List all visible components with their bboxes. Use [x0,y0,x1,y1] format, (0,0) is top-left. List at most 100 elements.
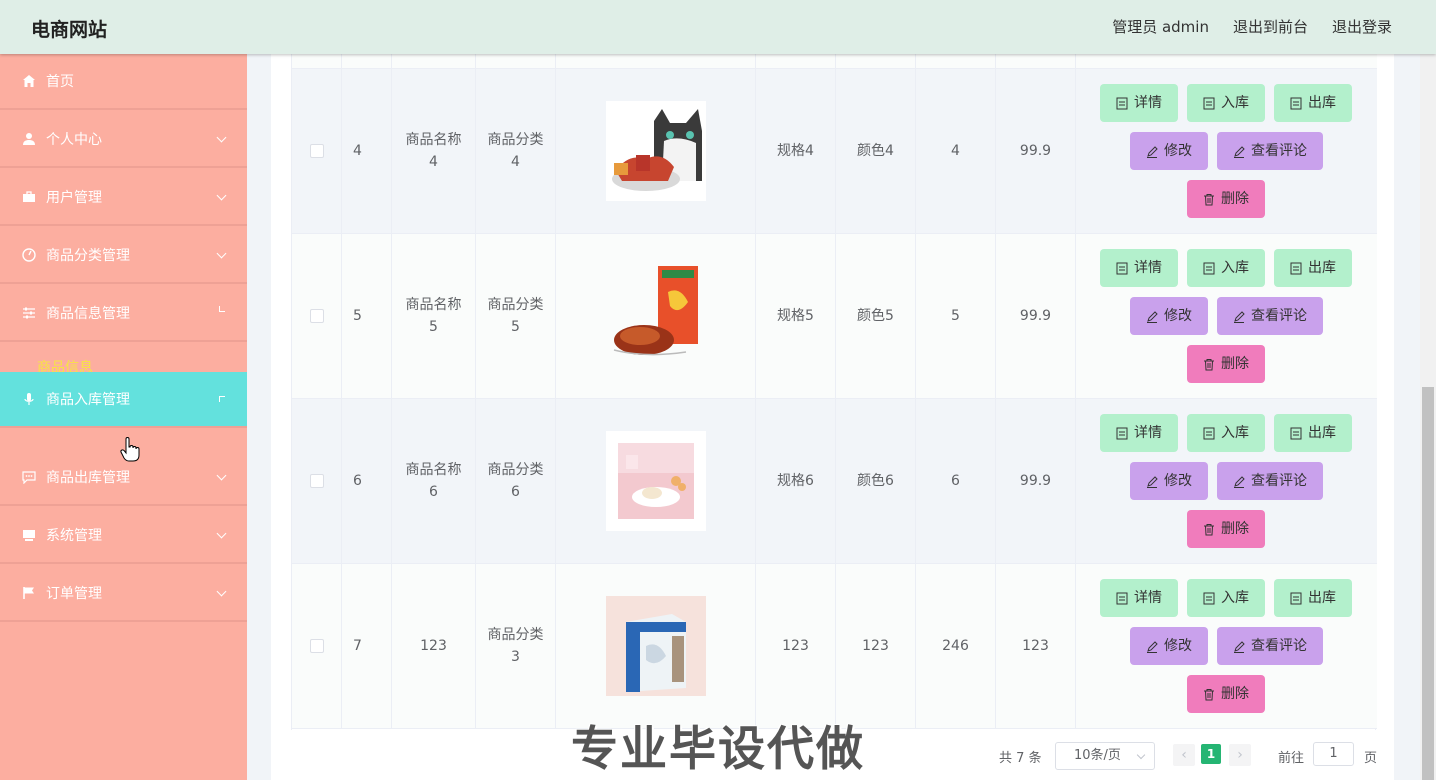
stock-in-button[interactable]: 入库 [1187,84,1265,122]
table-row: 7 123 商品分类3 123 123 246 123 详情 入库 出库 修改 … [292,564,1377,729]
document-icon [1290,97,1302,110]
goods-price: 99.9 [996,234,1076,398]
view-comments-button[interactable]: 查看评论 [1217,132,1323,170]
stock-out-button[interactable]: 出库 [1274,414,1352,452]
sidebar: 首页 个人中心 用户管理 商品分类管理 商品信息管理 商品信息 商品入库管理 商… [0,54,247,780]
pink-dessert-image [605,431,706,531]
trash-icon [1203,358,1215,371]
stock-out-button[interactable]: 出库 [1274,249,1352,287]
chevron-down-icon [216,132,227,143]
logout-link[interactable]: 退出登录 [1332,16,1392,37]
document-icon [1290,427,1302,440]
edit-button[interactable]: 修改 [1130,297,1208,335]
row-checkbox[interactable] [309,309,324,323]
detail-button[interactable]: 详情 [1100,249,1178,287]
document-icon [1116,262,1128,275]
top-bar: 电商网站 管理员 admin 退出到前台 退出登录 [0,0,1436,54]
sidebar-item-category[interactable]: 商品分类管理 [0,228,247,284]
goods-color: 颜色6 [836,399,916,563]
delete-button[interactable]: 删除 [1187,510,1265,548]
delete-button[interactable]: 删除 [1187,345,1265,383]
goods-category: 商品分类4 [476,69,556,233]
top-links: 管理员 admin 退出到前台 退出登录 [1112,16,1392,37]
pencil-icon [1146,145,1158,158]
stock-in-button[interactable]: 入库 [1187,579,1265,617]
chevron-down-icon [216,470,227,481]
edit-button[interactable]: 修改 [1130,132,1208,170]
stock-in-button[interactable]: 入库 [1187,414,1265,452]
document-icon [1203,592,1215,605]
chevron-down-icon [1136,750,1146,760]
sidebar-item-label: 订单管理 [46,586,102,602]
row-checkbox[interactable] [309,144,324,158]
sidebar-item-users[interactable]: 用户管理 [0,170,247,226]
sidebar-item-system[interactable]: 系统管理 [0,508,247,564]
stock-out-button[interactable]: 出库 [1274,84,1352,122]
briefcase-icon [21,189,37,205]
row-index: 6 [342,399,392,563]
row-actions: 详情 入库 出库 修改 查看评论 删除 [1076,69,1376,233]
goods-price: 99.9 [996,69,1076,233]
admin-user-label[interactable]: 管理员 admin [1112,16,1209,37]
edit-button[interactable]: 修改 [1130,627,1208,665]
view-comments-button[interactable]: 查看评论 [1217,297,1323,335]
table-row [292,54,1377,69]
sidebar-item-label: 个人中心 [46,132,102,148]
edit-button[interactable]: 修改 [1130,462,1208,500]
sidebar-item-goods-info[interactable]: 商品信息管理 [0,286,247,342]
view-comments-button[interactable]: 查看评论 [1217,627,1323,665]
stock-out-button[interactable]: 出库 [1274,579,1352,617]
watermark-text: 专业毕设代做 [571,722,865,777]
sidebar-item-home[interactable]: 首页 [0,54,247,110]
stock-in-button[interactable]: 入库 [1187,249,1265,287]
delete-button[interactable]: 删除 [1187,180,1265,218]
sidebar-item-label: 首页 [46,74,74,90]
detail-button[interactable]: 详情 [1100,579,1178,617]
detail-button[interactable]: 详情 [1100,84,1178,122]
page-scrollbar[interactable] [1420,54,1436,780]
row-checkbox[interactable] [309,639,324,653]
row-actions: 详情 入库 出库 修改 查看评论 删除 [1076,234,1376,398]
main-panel: 4 商品名称4 商品分类4 规格4 颜色4 4 99.9 详情 入库 出库 修改… [271,54,1394,780]
sliders-icon [21,305,37,321]
go-frontend-link[interactable]: 退出到前台 [1233,16,1308,37]
pencil-icon [1146,475,1158,488]
goods-spec: 规格5 [756,234,836,398]
goods-name: 商品名称5 [392,234,476,398]
goods-name: 商品名称6 [392,399,476,563]
delete-button[interactable]: 删除 [1187,675,1265,713]
goods-price: 99.9 [996,399,1076,563]
document-icon [1203,262,1215,275]
trash-icon [1203,523,1215,536]
sidebar-item-stock-in[interactable]: 商品入库管理 [0,372,247,428]
medicine-box-image [605,596,706,696]
detail-button[interactable]: 详情 [1100,414,1178,452]
table-row: 4 商品名称4 商品分类4 规格4 颜色4 4 99.9 详情 入库 出库 修改… [292,69,1377,234]
sidebar-item-label: 用户管理 [46,190,102,206]
table-row: 5 商品名称5 商品分类5 规格5 颜色5 5 99.9 详情 入库 出库 修改… [292,234,1377,399]
next-page-button[interactable]: › [1229,744,1251,766]
document-icon [1290,592,1302,605]
sidebar-item-orders[interactable]: 订单管理 [0,566,247,622]
goods-table: 4 商品名称4 商品分类4 规格4 颜色4 4 99.9 详情 入库 出库 修改… [291,54,1377,730]
row-checkbox[interactable] [309,474,324,488]
sidebar-item-personal[interactable]: 个人中心 [0,112,247,168]
mic-icon [21,391,37,407]
sidebar-item-label: 商品分类管理 [46,248,130,264]
goods-spec: 规格4 [756,69,836,233]
goods-stock: 4 [916,69,996,233]
goods-category: 商品分类3 [476,564,556,728]
page-size-select[interactable]: 10条/页 [1055,742,1155,770]
goto-page-input[interactable]: 1 [1313,742,1354,766]
page-unit-label: 页 [1364,751,1378,766]
pencil-icon [1233,310,1245,323]
view-comments-button[interactable]: 查看评论 [1217,462,1323,500]
goods-color: 颜色5 [836,234,916,398]
chevron-down-icon [216,528,227,539]
prev-page-button[interactable]: ‹ [1173,744,1195,766]
row-index: 4 [342,69,392,233]
page-number-current[interactable]: 1 [1201,744,1221,764]
goods-category: 商品分类5 [476,234,556,398]
expand-icon [219,396,225,402]
scrollbar-thumb[interactable] [1422,387,1434,780]
